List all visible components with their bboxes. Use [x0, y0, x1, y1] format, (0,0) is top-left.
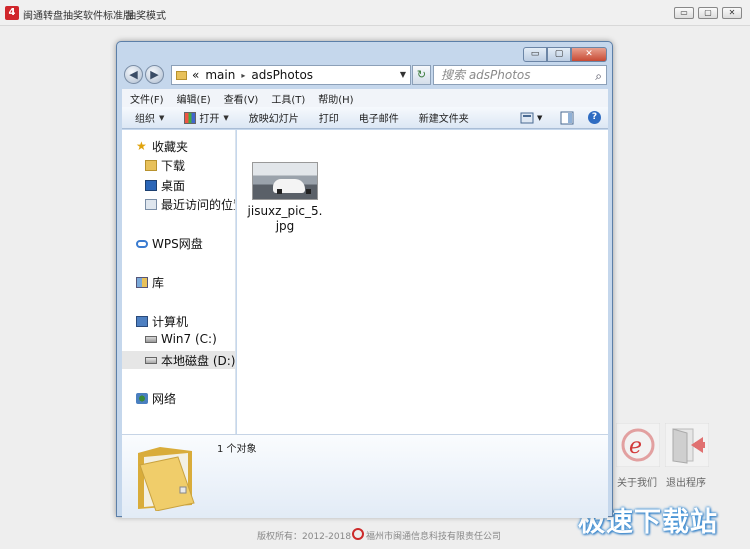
- search-icon[interactable]: ⌕: [595, 67, 602, 85]
- address-dropdown-icon[interactable]: ▼: [400, 70, 406, 79]
- print-button[interactable]: 打印: [319, 110, 339, 125]
- menu-view[interactable]: 查看(V): [224, 91, 259, 106]
- app-titlebar: 4 闽通转盘抽奖软件标准版 抽奖模式 ▭ ▢ ✕: [0, 0, 750, 26]
- file-name[interactable]: jisuxz_pic_5. jpg: [241, 204, 329, 234]
- sidebar-item-label: 最近访问的位置: [161, 198, 235, 212]
- about-us-label: 关于我们: [617, 478, 657, 489]
- about-us-button[interactable]: e: [615, 422, 661, 468]
- preview-pane-icon[interactable]: [560, 111, 574, 125]
- explorer-minimize-button[interactable]: ▭: [523, 47, 547, 62]
- app-close-button[interactable]: ✕: [722, 7, 742, 19]
- sidebar-item-favorites[interactable]: ★ 收藏夹: [136, 138, 188, 155]
- sidebar-item-library[interactable]: 库: [136, 274, 164, 291]
- sidebar-item-label: 计算机: [152, 315, 189, 329]
- file-list[interactable]: jisuxz_pic_5. jpg: [237, 130, 608, 434]
- chevron-down-icon: ▼: [223, 113, 229, 122]
- recent-places-icon: [145, 199, 157, 210]
- address-bar[interactable]: « main ▸ adsPhotos ▼: [171, 65, 411, 85]
- back-button[interactable]: ◀: [124, 65, 143, 84]
- view-options-chevron-icon[interactable]: ▼: [537, 111, 542, 125]
- exit-button[interactable]: [664, 422, 710, 468]
- desktop-icon: [145, 180, 157, 191]
- menu-file[interactable]: 文件(F): [130, 91, 164, 106]
- view-options-icon[interactable]: [520, 111, 534, 125]
- exit-door-icon: [664, 422, 710, 468]
- svg-text:e: e: [629, 434, 642, 459]
- chevron-down-icon: ▼: [159, 113, 165, 122]
- new-folder-button[interactable]: 新建文件夹: [419, 110, 469, 125]
- search-input[interactable]: 搜索 adsPhotos ⌕: [433, 65, 607, 85]
- sidebar-item-label: WPS网盘: [152, 237, 203, 251]
- details-pane: 1 个对象: [122, 434, 608, 518]
- local-drive-icon: [145, 356, 157, 364]
- open-label: 打开: [199, 114, 220, 125]
- cloud-icon: [136, 239, 148, 248]
- mode-menu[interactable]: 抽奖模式: [126, 7, 166, 22]
- app-title: 闽通转盘抽奖软件标准版: [23, 11, 133, 22]
- explorer-maximize-button[interactable]: ▢: [547, 47, 571, 62]
- library-icon: [136, 277, 148, 288]
- sidebar-item-computer[interactable]: 计算机: [136, 313, 188, 330]
- menu-tools[interactable]: 工具(T): [271, 91, 305, 106]
- email-button[interactable]: 电子邮件: [359, 110, 399, 125]
- sidebar-item-drive-d[interactable]: 本地磁盘 (D:): [122, 351, 236, 369]
- exit-label: 退出程序: [666, 478, 706, 489]
- organize-label: 组织: [135, 114, 155, 125]
- open-button[interactable]: 打开 ▼: [184, 110, 229, 125]
- sidebar-item-label: 库: [152, 276, 165, 290]
- sidebar-item-downloads[interactable]: 下载: [145, 157, 185, 174]
- navigation-pane: ★ 收藏夹 下载 桌面 最近访问的位置 WPS网盘 库 计算机 W: [122, 130, 236, 434]
- command-bar: 组织 ▼ 打开 ▼ 放映幻灯片 打印 电子邮件 新建文件夹 ▼ ?: [122, 107, 608, 129]
- file-name-line2: jpg: [275, 219, 295, 233]
- explorer-close-button[interactable]: ✕: [571, 47, 607, 62]
- breadcrumb-separator-icon[interactable]: ▸: [241, 71, 245, 80]
- sidebar-item-label: 网络: [152, 392, 177, 406]
- address-chevron[interactable]: «: [192, 68, 199, 82]
- menu-bar: 文件(F) 编辑(E) 查看(V) 工具(T) 帮助(H): [122, 89, 608, 107]
- breadcrumb-adsphotos[interactable]: adsPhotos: [251, 68, 313, 82]
- car-image-icon: [273, 179, 311, 194]
- sidebar-item-wps[interactable]: WPS网盘: [136, 235, 203, 252]
- sidebar-item-recent[interactable]: 最近访问的位置: [145, 196, 235, 213]
- explorer-window-controls: ▭ ▢ ✕: [523, 47, 607, 62]
- file-name-line1: jisuxz_pic_5.: [247, 204, 323, 218]
- company-name: 福州市闽通信息科技有限责任公司: [366, 532, 502, 542]
- refresh-button[interactable]: ↻: [412, 65, 431, 85]
- sidebar-item-network[interactable]: 网络: [136, 390, 176, 407]
- sidebar-item-drive-c[interactable]: Win7 (C:): [145, 332, 217, 346]
- about-e-icon: e: [615, 422, 661, 468]
- system-drive-icon: [145, 335, 157, 343]
- star-icon: ★: [136, 139, 147, 153]
- breadcrumb-main[interactable]: main: [205, 68, 235, 82]
- sidebar-item-label: Win7 (C:): [161, 332, 217, 346]
- organize-button[interactable]: 组织 ▼: [135, 110, 165, 126]
- menu-edit[interactable]: 编辑(E): [177, 91, 211, 106]
- explorer-window: ▭ ▢ ✕ ◀ ▶ « main ▸ adsPhotos ▼ ↻ 搜索 adsP…: [116, 41, 613, 518]
- company-logo-icon: [352, 528, 364, 540]
- sidebar-item-label: 收藏夹: [152, 140, 189, 154]
- item-count: 1 个对象: [217, 444, 257, 455]
- menu-help[interactable]: 帮助(H): [318, 91, 353, 106]
- sidebar-item-label: 下载: [161, 159, 186, 173]
- file-thumbnail[interactable]: [252, 162, 318, 200]
- app-logo-icon: 4: [5, 6, 19, 20]
- app-minimize-button[interactable]: ▭: [674, 7, 694, 19]
- folder-large-icon: [138, 447, 195, 511]
- network-icon: [136, 393, 148, 404]
- computer-icon: [136, 316, 148, 327]
- help-icon[interactable]: ?: [588, 111, 601, 124]
- folder-icon: [176, 70, 187, 80]
- slideshow-button[interactable]: 放映幻灯片: [249, 110, 299, 125]
- app-maximize-button[interactable]: ▢: [698, 7, 718, 19]
- search-placeholder: 搜索 adsPhotos: [441, 68, 531, 82]
- downloads-folder-icon: [145, 160, 157, 171]
- copyright-text: 版权所有：2012-2018: [257, 532, 352, 542]
- sidebar-item-desktop[interactable]: 桌面: [145, 177, 185, 194]
- forward-button[interactable]: ▶: [145, 65, 164, 84]
- sidebar-item-label: 本地磁盘 (D:): [161, 353, 236, 368]
- sidebar-item-label: 桌面: [161, 179, 186, 193]
- open-with-icon: [184, 111, 197, 124]
